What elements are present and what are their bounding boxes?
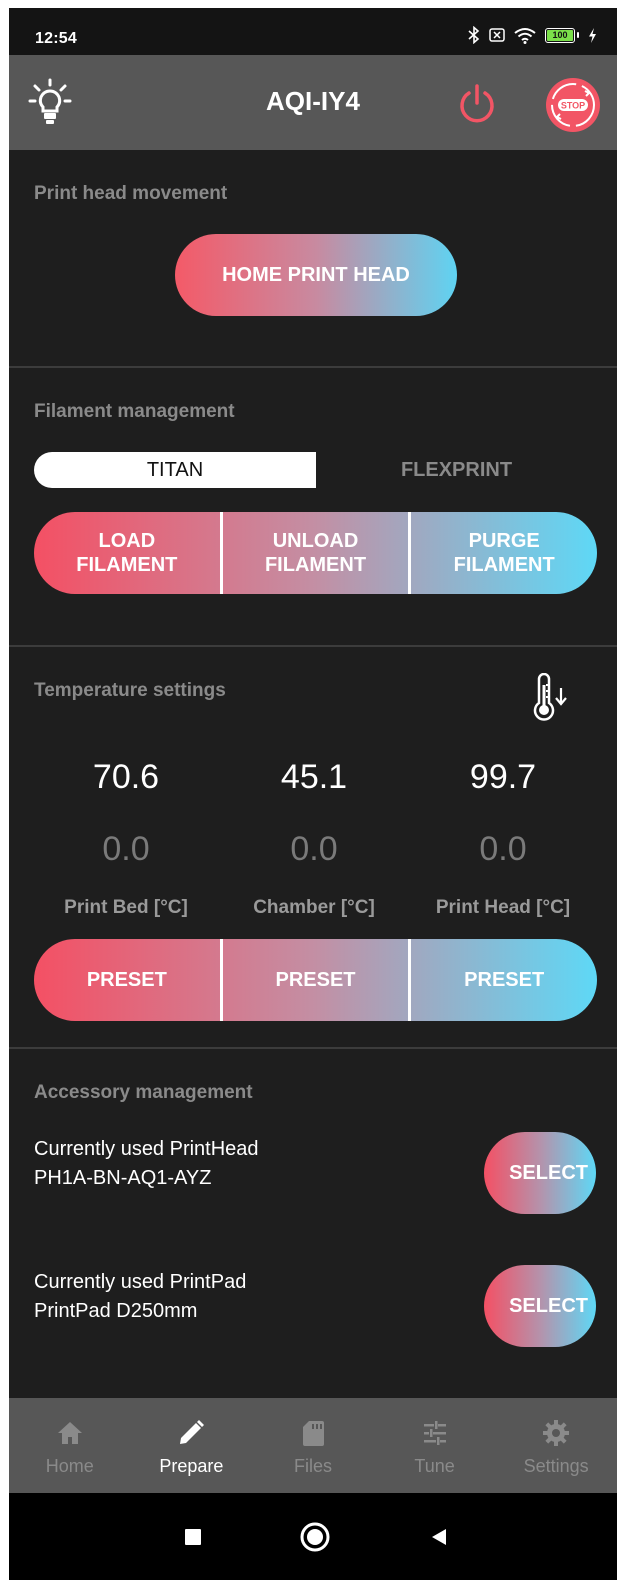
nav-item-prepare[interactable]: Prepare: [131, 1398, 253, 1493]
chamber-preset-button[interactable]: PRESET: [223, 939, 409, 1021]
chamber-actual-temp: 45.1: [280, 758, 348, 796]
power-icon[interactable]: [457, 83, 497, 125]
section-title-temperature: Temperature settings: [34, 680, 226, 701]
bottom-nav: Home Prepare Files Tune Settings: [9, 1398, 617, 1493]
nav-label-tune: Tune: [414, 1456, 455, 1476]
sim-off-icon: [489, 28, 505, 42]
gear-icon: [543, 1420, 570, 1446]
status-time: 12:54: [35, 30, 77, 47]
chamber-label: Chamber [°C]: [253, 897, 375, 918]
chamber-target-temp[interactable]: 0.0: [214, 830, 414, 869]
nav-label-settings: Settings: [523, 1456, 589, 1476]
nav-item-files[interactable]: Files: [252, 1398, 374, 1493]
print-bed-label: Print Bed [°C]: [64, 897, 188, 918]
section-title-filament: Filament management: [34, 401, 235, 422]
section-title-print-head: Print head movement: [34, 183, 228, 204]
home-print-head-button[interactable]: HOME PRINT HEAD: [175, 234, 457, 316]
status-bar: 12:54 100: [9, 8, 617, 55]
nav-item-settings[interactable]: Settings: [495, 1398, 617, 1493]
recents-button[interactable]: [173, 1517, 213, 1557]
filament-button-group: LOAD FILAMENT UNLOAD FILAMENT PURGE FILA…: [34, 512, 597, 594]
select-printpad-button[interactable]: SELECT: [484, 1265, 596, 1347]
circle-icon: [300, 1522, 330, 1552]
print-head-target-temp[interactable]: 0.0: [403, 830, 603, 869]
square-icon: [185, 1529, 201, 1545]
app-screen: 12:54 100 AQI-IY4 STOP Print head moveme…: [9, 8, 617, 1580]
print-bed-actual-temp: 70.6: [92, 758, 160, 796]
select-printhead-button[interactable]: SELECT: [484, 1132, 596, 1214]
pencil-icon: [180, 1420, 205, 1444]
back-button[interactable]: [419, 1517, 459, 1557]
home-icon: [57, 1422, 82, 1444]
divider: [9, 366, 617, 368]
sd-card-icon: [302, 1421, 324, 1446]
print-head-label: Print Head [°C]: [435, 897, 571, 918]
load-filament-button[interactable]: LOAD FILAMENT: [34, 512, 220, 594]
nav-label-home: Home: [45, 1456, 94, 1476]
nav-label-prepare: Prepare: [159, 1456, 224, 1476]
printpad-value: PrintPad D250mm: [34, 1300, 198, 1322]
section-title-accessory: Accessory management: [34, 1082, 253, 1103]
system-nav-bar: [9, 1493, 617, 1580]
divider: [9, 645, 617, 647]
printhead-value: PH1A-BN-AQ1-AYZ: [34, 1167, 212, 1189]
sliders-icon: [423, 1421, 446, 1445]
back-triangle-icon: [432, 1529, 446, 1545]
tab-flexprint[interactable]: FLEXPRINT: [316, 452, 597, 488]
tab-titan[interactable]: TITAN: [34, 452, 316, 488]
print-head-actual-temp: 99.7: [469, 758, 537, 796]
nav-label-files: Files: [293, 1456, 332, 1476]
print-bed-preset-button[interactable]: PRESET: [34, 939, 220, 1021]
printhead-info: Currently used PrintHead PH1A-BN-AQ1-AYZ: [34, 1135, 259, 1193]
print-bed-target-temp[interactable]: 0.0: [26, 830, 226, 869]
printpad-label: Currently used PrintPad: [34, 1271, 247, 1293]
battery-icon: 100: [545, 27, 579, 43]
thermometer-cooldown-icon[interactable]: [530, 673, 570, 725]
print-head-preset-button[interactable]: PRESET: [411, 939, 597, 1021]
stop-label: STOP: [561, 101, 585, 111]
divider: [9, 1047, 617, 1049]
purge-filament-button[interactable]: PURGE FILAMENT: [411, 512, 597, 594]
nav-item-tune[interactable]: Tune: [374, 1398, 496, 1493]
printpad-info: Currently used PrintPad PrintPad D250mm: [34, 1268, 246, 1326]
preset-button-group: PRESET PRESET PRESET: [34, 939, 597, 1021]
emergency-stop-icon[interactable]: STOP: [545, 77, 601, 133]
nav-item-home[interactable]: Home: [9, 1398, 131, 1493]
printhead-label: Currently used PrintHead: [34, 1138, 259, 1160]
bluetooth-icon: [468, 26, 480, 44]
wifi-icon: [514, 27, 536, 44]
charging-icon: [589, 27, 596, 43]
unload-filament-button[interactable]: UNLOAD FILAMENT: [223, 512, 409, 594]
battery-level: 100: [547, 29, 573, 41]
status-icons: 100: [468, 26, 597, 44]
device-title: AQI-IY4: [266, 86, 360, 116]
app-bar: AQI-IY4 STOP: [9, 55, 617, 150]
home-system-button[interactable]: [295, 1517, 335, 1557]
